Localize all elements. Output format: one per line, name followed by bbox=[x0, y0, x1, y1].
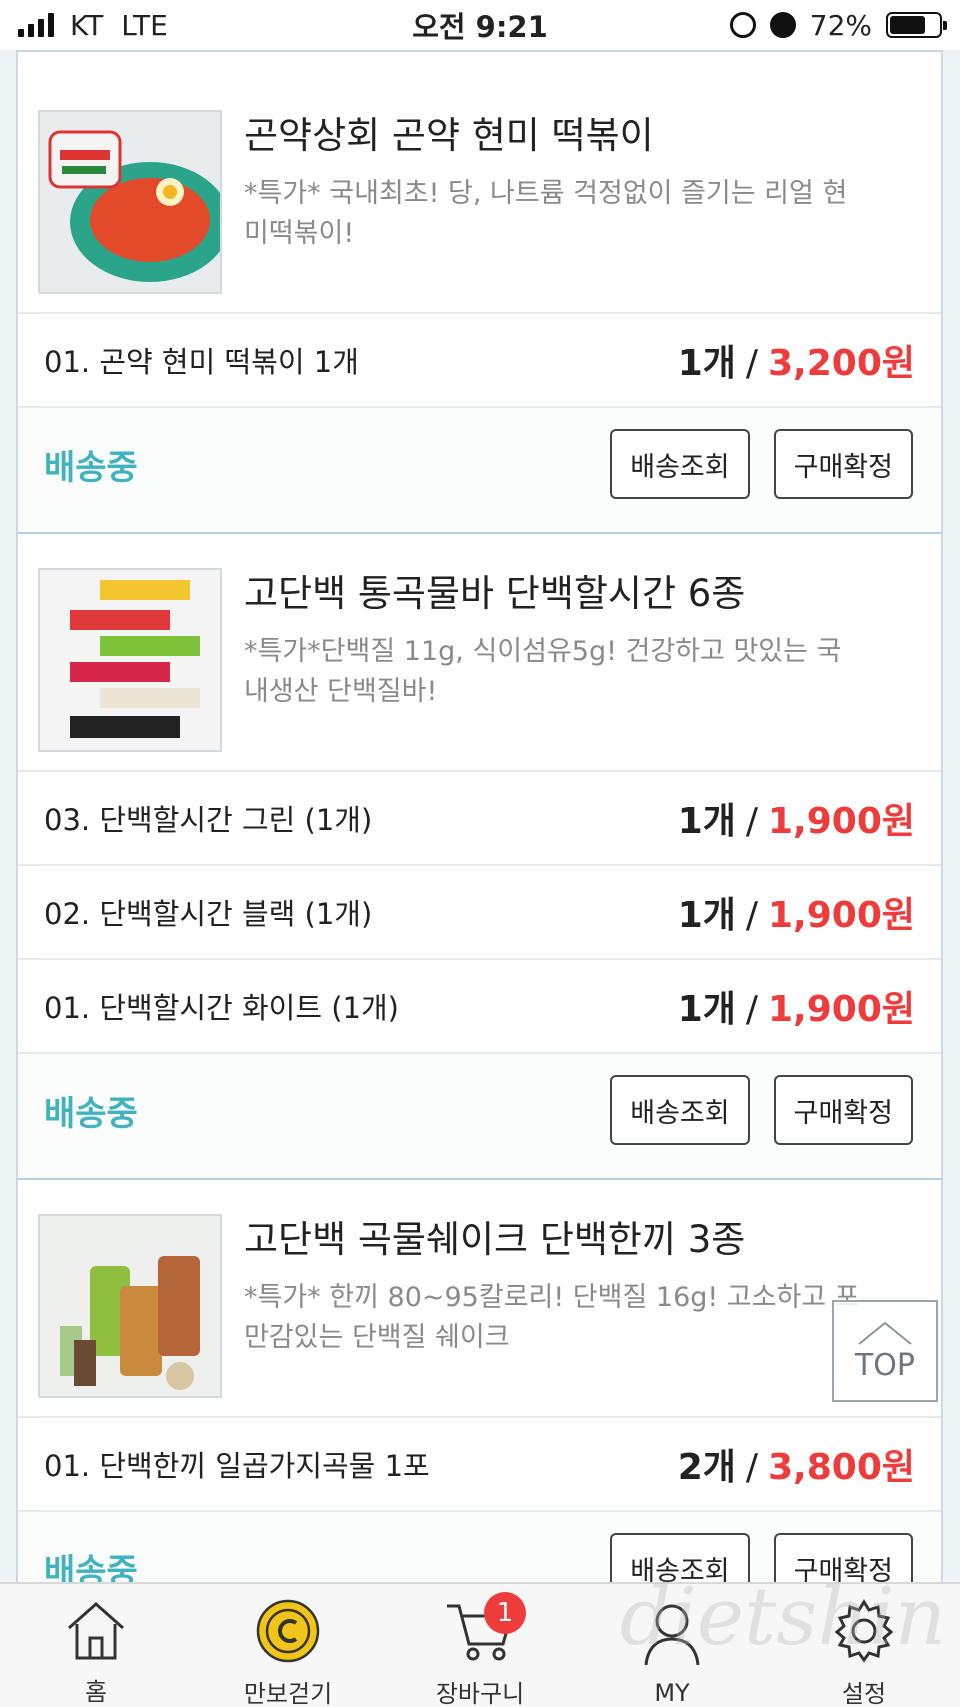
track-delivery-button[interactable]: 배송조회 bbox=[610, 429, 750, 499]
shipping-status: 배송중 bbox=[44, 447, 138, 488]
order-card: 곤약상회 곤약 현미 떡볶이 *특가* 국내최초! 당, 나트륨 걱정없이 즐기… bbox=[16, 50, 943, 532]
option-row: 01. 단백한끼 일곱가지곡물 1포 2개/3,800원 bbox=[18, 1418, 941, 1512]
alarm-icon bbox=[769, 12, 796, 38]
product-title: 고단백 곡물쉐이크 단백한끼 3종 bbox=[244, 1218, 746, 1261]
product-image-protein-bar[interactable] bbox=[38, 568, 222, 752]
option-price: 1,900원 bbox=[768, 895, 915, 936]
clock: 오전 9:21 bbox=[412, 10, 548, 44]
bottom-nav: 홈 만보걷기 1 장바구니 MY 설정 bbox=[0, 1582, 960, 1707]
product-title: 곤약상회 곤약 현미 떡볶이 bbox=[244, 114, 654, 157]
battery-fill bbox=[890, 16, 925, 34]
option-quantity: 1개 bbox=[677, 895, 736, 936]
product-image-protein-shake[interactable] bbox=[38, 1214, 222, 1398]
option-quantity: 2개 bbox=[677, 1447, 736, 1488]
order-status-row: 배송중 배송조회 구매확정 bbox=[18, 408, 941, 520]
cart-badge: 1 bbox=[484, 1592, 526, 1634]
shipping-status: 배송중 bbox=[44, 1093, 138, 1134]
option-quantity: 1개 bbox=[677, 989, 736, 1030]
nav-cart[interactable]: 1 장바구니 bbox=[384, 1584, 576, 1707]
nav-walk-label: 만보걷기 bbox=[243, 1680, 333, 1707]
top-label: TOP bbox=[854, 1347, 916, 1383]
rotation-lock-icon bbox=[729, 12, 756, 38]
home-icon bbox=[60, 1598, 132, 1662]
nav-walk[interactable]: 만보걷기 bbox=[192, 1584, 384, 1707]
product-image-tteokbokki[interactable] bbox=[38, 110, 222, 294]
signal-icon bbox=[18, 13, 54, 37]
person-icon bbox=[636, 1598, 708, 1669]
nav-home[interactable]: 홈 bbox=[0, 1584, 192, 1707]
option-row: 03. 단백할시간 그린 (1개) 1개/1,900원 bbox=[18, 772, 941, 866]
order-status-row: 배송중 배송조회 구매확정 bbox=[18, 1054, 941, 1166]
gear-icon bbox=[828, 1598, 900, 1664]
product-summary[interactable]: 고단백 곡물쉐이크 단백한끼 3종 *특가* 한끼 80~95칼로리! 단백질 … bbox=[18, 1214, 941, 1418]
confirm-purchase-button[interactable]: 구매확정 bbox=[773, 429, 913, 499]
option-quantity: 1개 bbox=[677, 343, 736, 384]
option-quantity: 1개 bbox=[677, 801, 736, 842]
option-name: 03. 단백할시간 그린 (1개) bbox=[44, 803, 373, 837]
scroll-to-top-button[interactable]: TOP bbox=[832, 1300, 938, 1402]
coin-icon bbox=[252, 1598, 324, 1664]
nav-settings[interactable]: 설정 bbox=[768, 1584, 960, 1707]
network-label: LTE bbox=[121, 8, 168, 42]
nav-my[interactable]: MY bbox=[576, 1584, 768, 1707]
option-row: 02. 단백할시간 블랙 (1개) 1개/1,900원 bbox=[18, 866, 941, 960]
nav-settings-label: 설정 bbox=[841, 1680, 887, 1707]
order-list: 곤약상회 곤약 현미 떡볶이 *특가* 국내최초! 당, 나트륨 걱정없이 즐기… bbox=[16, 50, 943, 1664]
nav-cart-label: 장바구니 bbox=[435, 1680, 525, 1707]
nav-my-label: MY bbox=[654, 1679, 690, 1707]
chevron-up-icon bbox=[858, 1321, 912, 1345]
confirm-purchase-button[interactable]: 구매확정 bbox=[773, 1075, 913, 1145]
option-name: 02. 단백할시간 블랙 (1개) bbox=[44, 897, 373, 931]
option-price: 1,900원 bbox=[768, 801, 915, 842]
option-name: 01. 단백할시간 화이트 (1개) bbox=[44, 991, 399, 1025]
product-title: 고단백 통곡물바 단백할시간 6종 bbox=[244, 572, 746, 615]
order-card: 고단백 통곡물바 단백할시간 6종 *특가*단백질 11g, 식이섬유5g! 건… bbox=[16, 532, 943, 1178]
option-row: 01. 곤약 현미 떡볶이 1개 1개/3,200원 bbox=[18, 314, 941, 408]
track-delivery-button[interactable]: 배송조회 bbox=[610, 1075, 750, 1145]
option-row: 01. 단백할시간 화이트 (1개) 1개/1,900원 bbox=[18, 960, 941, 1054]
battery-icon bbox=[886, 12, 947, 38]
product-summary[interactable]: 고단백 통곡물바 단백할시간 6종 *특가*단백질 11g, 식이섬유5g! 건… bbox=[18, 568, 941, 772]
carrier-label: KT bbox=[70, 8, 104, 42]
product-description: *특가* 국내최초! 당, 나트륨 걱정없이 즐기는 리얼 현미떡볶이! bbox=[244, 178, 848, 249]
product-description: *특가*단백질 11g, 식이섬유5g! 건강하고 맛있는 국내생산 단백질바! bbox=[244, 636, 842, 707]
option-price: 1,900원 bbox=[768, 989, 915, 1030]
nav-home-label: 홈 bbox=[84, 1678, 108, 1706]
battery-percent: 72% bbox=[809, 8, 872, 42]
option-name: 01. 곤약 현미 떡볶이 1개 bbox=[44, 345, 359, 379]
product-description: *특가* 한끼 80~95칼로리! 단백질 16g! 고소하고 포만감있는 단백… bbox=[244, 1282, 860, 1353]
option-price: 3,800원 bbox=[768, 1447, 915, 1488]
product-summary[interactable]: 곤약상회 곤약 현미 떡볶이 *특가* 국내최초! 당, 나트륨 걱정없이 즐기… bbox=[18, 110, 941, 314]
option-name: 01. 단백한끼 일곱가지곡물 1포 bbox=[44, 1449, 430, 1483]
status-bar: KT LTE 오전 9:21 72% bbox=[0, 0, 960, 50]
option-price: 3,200원 bbox=[768, 343, 915, 384]
